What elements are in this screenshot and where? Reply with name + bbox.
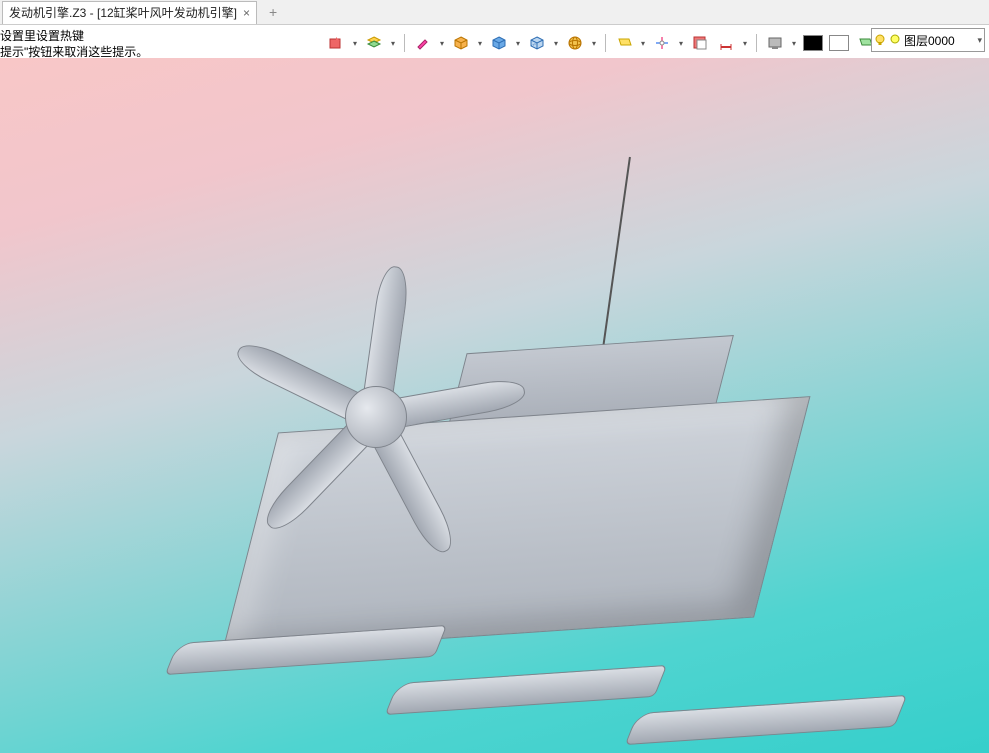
layers-icon[interactable] bbox=[362, 31, 386, 55]
plus-icon: + bbox=[269, 4, 277, 20]
hint-line-1: 设置里设置热键 bbox=[0, 28, 148, 44]
plane-yellow-icon[interactable] bbox=[612, 31, 636, 55]
document-tab[interactable]: 发动机引擎.Z3 - [12缸桨叶风叶发动机引擎] × bbox=[2, 1, 257, 24]
chevron-down-icon: ▾ bbox=[977, 35, 982, 46]
swatch-black bbox=[803, 35, 823, 51]
hint-overlay: 设置里设置热键 提示"按钮来取消这些提示。 bbox=[0, 28, 148, 60]
cube-blue-dropdown[interactable]: ▾ bbox=[513, 39, 523, 48]
cube-wire-icon[interactable] bbox=[525, 31, 549, 55]
3d-viewport[interactable] bbox=[0, 58, 989, 753]
globe-icon[interactable] bbox=[563, 31, 587, 55]
cad-model-engine-on-skis bbox=[115, 136, 875, 676]
swatch-white bbox=[829, 35, 849, 51]
hint-line-2: 提示"按钮来取消这些提示。 bbox=[0, 44, 148, 60]
new-tab-button[interactable]: + bbox=[263, 2, 283, 22]
origin-icon[interactable] bbox=[650, 31, 674, 55]
document-tab-title: 发动机引擎.Z3 - [12缸桨叶风叶发动机引擎] bbox=[9, 4, 237, 21]
measure-dropdown[interactable]: ▾ bbox=[740, 39, 750, 48]
close-icon[interactable]: × bbox=[243, 6, 250, 20]
cube-orange-dropdown[interactable]: ▾ bbox=[475, 39, 485, 48]
toolbar-separator bbox=[404, 34, 405, 52]
tab-bar: 发动机引擎.Z3 - [12缸桨叶风叶发动机引擎] × + bbox=[0, 0, 989, 25]
view-toolbar: ▾ ▾ ▾ ▾ ▾ ▾ bbox=[324, 28, 889, 58]
measure-icon[interactable] bbox=[714, 31, 738, 55]
toolbar-separator bbox=[756, 34, 757, 52]
edit-icon[interactable] bbox=[411, 31, 435, 55]
layers-dropdown[interactable]: ▾ bbox=[388, 39, 398, 48]
layer-name: 图层0000 bbox=[904, 32, 955, 49]
cube-wire-dropdown[interactable]: ▾ bbox=[551, 39, 561, 48]
edit-dropdown[interactable]: ▾ bbox=[437, 39, 447, 48]
layer-selector[interactable]: 图层0000 ▾ bbox=[871, 28, 985, 52]
cube-blue-icon[interactable] bbox=[487, 31, 511, 55]
display-icon[interactable] bbox=[763, 31, 787, 55]
origin-dropdown[interactable]: ▾ bbox=[676, 39, 686, 48]
color-black-swatch[interactable] bbox=[801, 31, 825, 55]
lightbulb-icon bbox=[874, 34, 886, 46]
cube-orange-icon[interactable] bbox=[449, 31, 473, 55]
import-dropdown[interactable]: ▾ bbox=[350, 39, 360, 48]
globe-dropdown[interactable]: ▾ bbox=[589, 39, 599, 48]
layer-color-icon bbox=[890, 33, 900, 47]
select-window-icon[interactable] bbox=[688, 31, 712, 55]
color-white-swatch[interactable] bbox=[827, 31, 851, 55]
toolbar-separator bbox=[605, 34, 606, 52]
plane-yellow-dropdown[interactable]: ▾ bbox=[638, 39, 648, 48]
import-icon[interactable] bbox=[324, 31, 348, 55]
display-dropdown[interactable]: ▾ bbox=[789, 39, 799, 48]
